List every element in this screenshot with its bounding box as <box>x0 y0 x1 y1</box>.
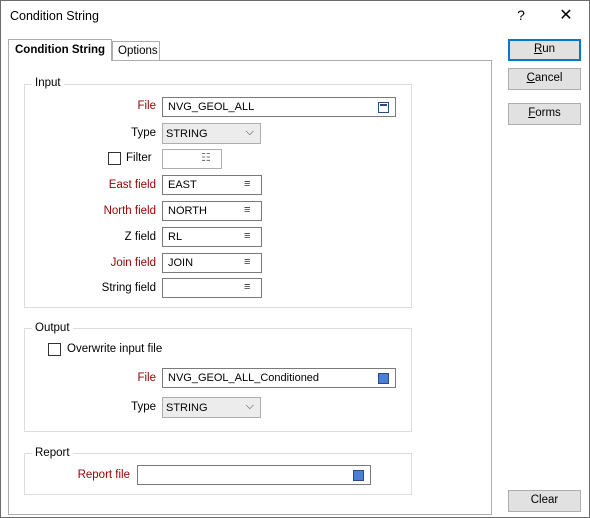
filter-field[interactable]: ☷ <box>162 149 222 169</box>
chevron-down-icon: ⌵ <box>245 400 254 412</box>
list-icon[interactable]: ≡ <box>244 282 255 293</box>
join-field-label: Join field <box>110 257 156 269</box>
chevron-down-icon: ⌵ <box>245 126 254 138</box>
window-title: Condition String <box>10 9 99 23</box>
output-file-field[interactable]: NVG_GEOL_ALL_Conditioned <box>162 368 396 388</box>
input-group <box>24 84 412 308</box>
filter-list-icon[interactable]: ☷ <box>201 153 215 164</box>
input-type-value: STRING <box>166 128 208 140</box>
z-field-label: Z field <box>124 231 156 243</box>
z-field[interactable]: RL ≡ <box>162 227 262 247</box>
overwrite-checkbox[interactable] <box>48 343 61 356</box>
tab-condition-string[interactable]: Condition String <box>8 39 112 61</box>
join-field[interactable]: JOIN ≡ <box>162 253 262 273</box>
input-type-select[interactable]: STRING ⌵ <box>162 123 261 144</box>
output-type-select[interactable]: STRING ⌵ <box>162 397 261 418</box>
east-field-value: EAST <box>168 179 197 191</box>
north-field[interactable]: NORTH ≡ <box>162 201 262 221</box>
filter-label: Filter <box>126 152 152 164</box>
output-file-value: NVG_GEOL_ALL_Conditioned <box>168 372 320 384</box>
input-file-field[interactable]: NVG_GEOL_ALL <box>162 97 396 117</box>
report-file-label: Report file <box>77 469 130 481</box>
title-bar: Condition String ? ✕ <box>1 1 589 33</box>
file-picker-icon[interactable] <box>378 102 389 113</box>
overwrite-label: Overwrite input file <box>67 343 163 355</box>
list-icon[interactable]: ≡ <box>244 257 255 268</box>
run-button[interactable]: Run <box>508 39 581 61</box>
east-field[interactable]: EAST ≡ <box>162 175 262 195</box>
z-field-value: RL <box>168 231 183 243</box>
cancel-button[interactable]: Cancel <box>508 68 581 90</box>
file-picker-icon[interactable] <box>378 373 389 384</box>
filter-checkbox[interactable] <box>108 152 121 165</box>
list-icon[interactable]: ≡ <box>244 205 255 216</box>
output-type-label: Type <box>131 401 156 413</box>
forms-button[interactable]: Forms <box>508 103 581 125</box>
north-field-value: NORTH <box>168 205 207 217</box>
string-field-label: String field <box>101 282 156 294</box>
input-type-label: Type <box>131 127 156 139</box>
file-picker-icon[interactable] <box>353 470 364 481</box>
report-legend: Report <box>32 447 73 459</box>
list-icon[interactable]: ≡ <box>244 231 255 242</box>
join-field-value: JOIN <box>168 257 194 269</box>
output-legend: Output <box>32 322 73 334</box>
report-file-field[interactable] <box>137 465 371 485</box>
input-legend: Input <box>32 77 64 89</box>
tab-options[interactable]: Options <box>112 41 160 61</box>
string-field[interactable]: ≡ <box>162 278 262 298</box>
north-field-label: North field <box>103 205 156 217</box>
help-icon[interactable]: ? <box>513 7 529 23</box>
input-file-label: File <box>137 100 156 112</box>
condition-string-dialog: Condition String ? ✕ Condition String Op… <box>0 0 590 518</box>
output-file-label: File <box>137 372 156 384</box>
input-file-value: NVG_GEOL_ALL <box>168 101 255 113</box>
east-field-label: East field <box>108 179 156 191</box>
clear-button[interactable]: Clear <box>508 490 581 512</box>
close-icon[interactable]: ✕ <box>556 5 576 25</box>
output-type-value: STRING <box>166 402 208 414</box>
list-icon[interactable]: ≡ <box>244 179 255 190</box>
